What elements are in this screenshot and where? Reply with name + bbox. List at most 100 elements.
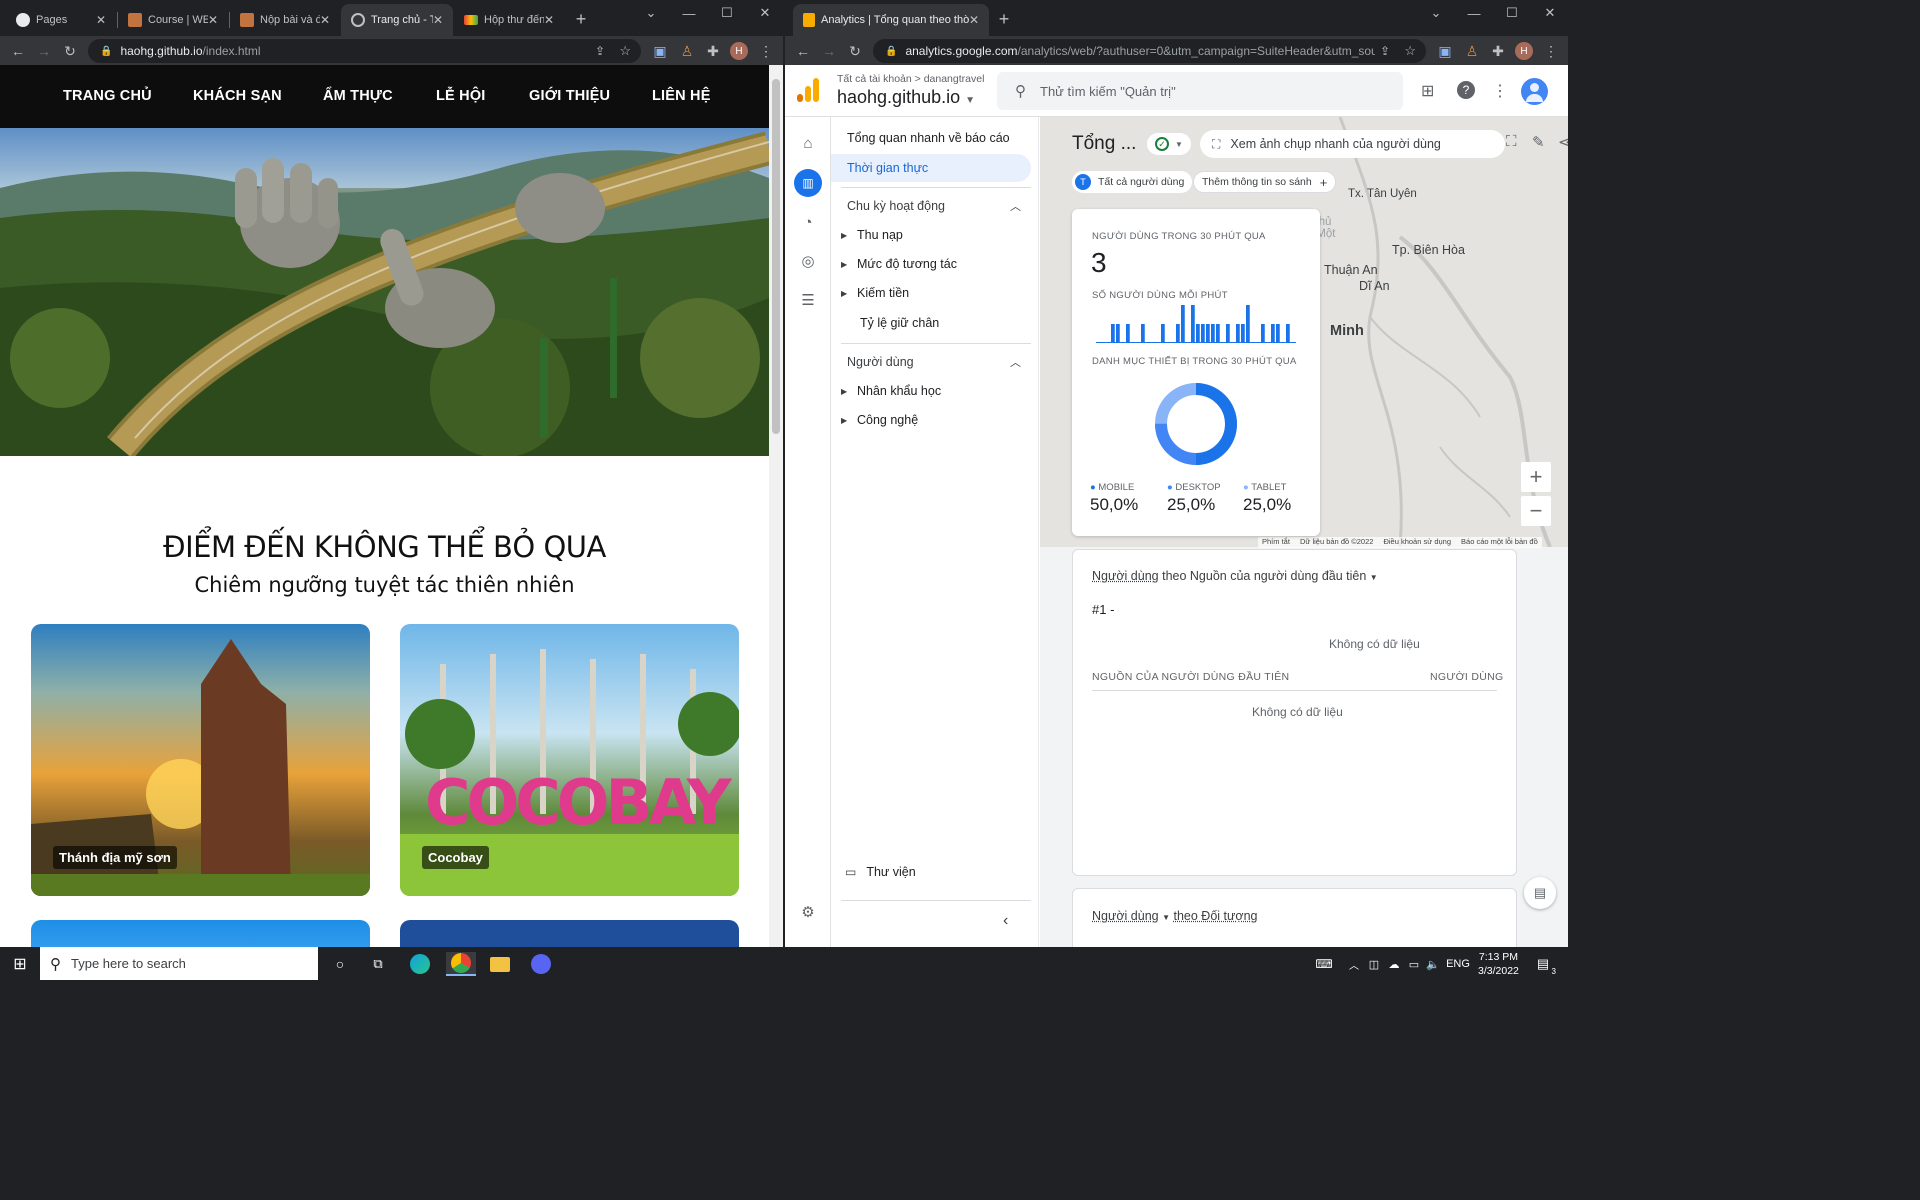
tab-submit[interactable]: Nộp bài và đi ✕ <box>230 4 340 36</box>
address-bar[interactable]: 🔒 haohg.github.io/index.html ⇪ ☆ <box>88 39 641 63</box>
clock[interactable]: 7:13 PM 3/3/2022 <box>1478 950 1519 978</box>
nav-hotels[interactable]: KHÁCH SẠN <box>193 88 282 104</box>
zoom-in-button[interactable]: + <box>1521 462 1551 492</box>
bar-minute-16[interactable] <box>1176 324 1180 343</box>
chrome-icon[interactable] <box>446 952 476 976</box>
home-icon[interactable]: ⌂ <box>796 131 820 155</box>
star-icon[interactable]: ☆ <box>1404 43 1416 59</box>
new-tab-button[interactable]: + <box>991 6 1017 32</box>
destination-card-3[interactable] <box>31 920 370 947</box>
apps-grid-icon[interactable]: ⊞ <box>1421 81 1434 101</box>
translate-icon[interactable]: ▣ <box>1435 41 1455 61</box>
minimize-button[interactable]: — <box>670 0 708 26</box>
more-icon[interactable]: ⋮ <box>1492 81 1508 101</box>
bar-minute-19[interactable] <box>1191 305 1195 343</box>
edit-icon[interactable]: ✎ <box>1532 133 1545 151</box>
nav-realtime[interactable]: Thời gian thực <box>831 154 1031 182</box>
notification-icon[interactable]: ▤ 3 <box>1532 952 1556 976</box>
explore-icon[interactable]: ◔ <box>796 210 820 234</box>
bar-minute-30[interactable] <box>1246 305 1250 343</box>
nav-food[interactable]: ẨM THỰC <box>323 88 393 104</box>
breadcrumb[interactable]: Tất cả tài khoản > danangtravel <box>837 73 984 85</box>
nav-lifecycle-section[interactable]: Chu kỳ hoạt động ︿ <box>831 192 1031 220</box>
zoom-out-button[interactable]: − <box>1521 496 1551 526</box>
search-input[interactable]: ⚲ Thử tìm kiếm "Quản trị" <box>997 72 1403 110</box>
bar-minute-23[interactable] <box>1211 324 1215 343</box>
avatar[interactable]: H <box>1515 42 1533 60</box>
new-tab-button[interactable]: + <box>568 6 594 32</box>
nav-tech[interactable]: ▶ Công nghệ <box>831 406 1031 434</box>
bar-minute-28[interactable] <box>1236 324 1240 343</box>
network-icon[interactable]: ▭ <box>1406 952 1422 976</box>
cortana-icon[interactable]: ○ <box>330 952 350 976</box>
bar-minute-3[interactable] <box>1111 324 1115 343</box>
menu-icon[interactable]: ⋮ <box>1541 41 1561 61</box>
avatar[interactable]: H <box>730 42 748 60</box>
close-icon[interactable]: ✕ <box>544 13 554 27</box>
tab-home[interactable]: Trang chủ - Tr ✕ <box>341 4 453 36</box>
reload-icon[interactable]: ↻ <box>60 41 80 61</box>
help-icon[interactable]: ? <box>1457 81 1475 99</box>
account-avatar[interactable] <box>1521 78 1548 105</box>
bar-minute-20[interactable] <box>1196 324 1200 343</box>
puzzle-icon[interactable]: ✚ <box>1488 41 1508 61</box>
translate-icon[interactable]: ▣ <box>650 41 670 61</box>
dropdown-icon[interactable]: ▼ <box>1370 573 1378 582</box>
task-view-icon[interactable]: ⧉ <box>368 952 388 976</box>
tab-search-icon[interactable]: ⌄ <box>632 0 670 26</box>
bar-minute-29[interactable] <box>1241 324 1245 343</box>
page-scrollbar[interactable] <box>769 65 783 947</box>
destination-card-cocobay[interactable]: COCOBAY Cocobay <box>400 624 739 896</box>
language-indicator[interactable]: ENG <box>1446 952 1470 976</box>
device-donut-chart[interactable] <box>1152 380 1240 468</box>
bar-minute-22[interactable] <box>1206 324 1210 343</box>
minimize-button[interactable]: — <box>1455 0 1493 26</box>
close-icon[interactable]: ✕ <box>320 13 330 27</box>
close-icon[interactable]: ✕ <box>96 13 106 27</box>
bar-minute-33[interactable] <box>1261 324 1265 343</box>
back-icon[interactable]: ← <box>8 41 28 61</box>
share-icon[interactable]: ⇪ <box>1380 44 1390 58</box>
close-window-button[interactable]: ✕ <box>746 0 783 26</box>
address-bar[interactable]: 🔒 analytics.google.com/analytics/web/?au… <box>873 39 1426 63</box>
nav-engagement[interactable]: ▶ Mức độ tương tác <box>831 250 1031 278</box>
bar-minute-36[interactable] <box>1276 324 1280 343</box>
property-selector[interactable]: haohg.github.io ▼ <box>837 87 975 108</box>
metric-selector[interactable]: Người dùng <box>1092 569 1159 583</box>
collapse-nav-icon[interactable]: ‹ <box>1003 912 1008 930</box>
share-icon[interactable]: ⇪ <box>595 44 605 58</box>
tray-icon[interactable]: ◫ <box>1366 952 1382 976</box>
reports-icon[interactable]: ▥ <box>794 169 822 197</box>
nav-contact[interactable]: LIÊN HỆ <box>652 88 711 104</box>
puzzle-icon[interactable]: ✚ <box>703 41 723 61</box>
destination-card-4[interactable] <box>400 920 739 947</box>
dropdown-icon[interactable]: ▼ <box>1162 913 1170 922</box>
segment-chip[interactable]: T Tất cả người dùng <box>1072 171 1193 193</box>
nav-festivals[interactable]: LỄ HỘI <box>436 88 486 104</box>
settings-gear-icon[interactable]: ⚙ <box>796 900 820 924</box>
star-icon[interactable]: ☆ <box>619 43 631 59</box>
reload-icon[interactable]: ↻ <box>845 41 865 61</box>
maximize-button[interactable]: ☐ <box>708 0 746 26</box>
nav-reports-snapshot[interactable]: Tổng quan nhanh về báo cáo <box>831 124 1031 152</box>
extension-icon[interactable]: ♙ <box>677 41 697 61</box>
nav-about[interactable]: GIỚI THIỆU <box>529 88 610 104</box>
bar-minute-21[interactable] <box>1201 324 1205 343</box>
metric-selector[interactable]: Người dùng <box>1092 909 1159 923</box>
bar-minute-17[interactable] <box>1181 305 1185 343</box>
maximize-button[interactable]: ☐ <box>1493 0 1531 26</box>
bar-minute-4[interactable] <box>1116 324 1120 343</box>
tab-analytics[interactable]: Analytics | Tổng quan theo thời g ✕ <box>793 4 989 36</box>
tab-pages[interactable]: Pages ✕ <box>6 4 116 36</box>
edge-icon[interactable] <box>408 952 432 976</box>
onedrive-icon[interactable]: ☁ <box>1386 952 1402 976</box>
close-icon[interactable]: ✕ <box>433 13 443 27</box>
nav-users-section[interactable]: Người dùng ︿ <box>831 348 1031 376</box>
back-icon[interactable]: ← <box>793 41 813 61</box>
taskbar-search-input[interactable]: ⚲ Type here to search <box>40 947 318 980</box>
windows-start-icon[interactable]: ⊞ <box>8 952 32 976</box>
close-icon[interactable]: ✕ <box>208 13 218 27</box>
close-window-button[interactable]: ✕ <box>1531 0 1568 26</box>
breadcrumb-root[interactable]: Tất cả tài khoản <box>837 73 912 85</box>
nav-monetization[interactable]: ▶ Kiếm tiền <box>831 279 1031 307</box>
